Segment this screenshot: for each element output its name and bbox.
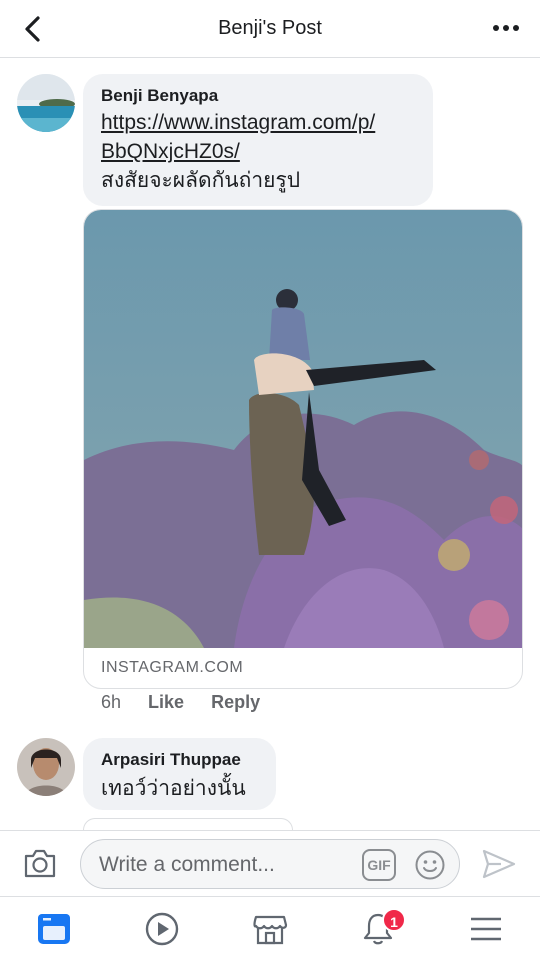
emoji-icon[interactable]	[414, 849, 446, 881]
preview-photo[interactable]	[84, 210, 523, 648]
top-bar: Benji's Post	[0, 0, 540, 58]
comment-text: เทอว์ว่าอย่างนั้น	[101, 777, 246, 800]
comment-actions: 6h Like Reply	[101, 692, 282, 713]
avatar-image	[17, 74, 75, 132]
comment-text: สงสัยจะผลัดกันถ่ายรูป	[101, 169, 301, 192]
notification-badge: 1	[382, 908, 406, 932]
bottom-nav	[0, 896, 540, 960]
watch-icon[interactable]	[142, 909, 182, 949]
comment-composer: Write a comment... GIF	[0, 830, 540, 896]
comment-link-line-1[interactable]: https://www.instagram.com/p/	[101, 111, 375, 134]
comment-link-line-2[interactable]: BbQNxjcHZ0s/	[101, 140, 240, 163]
comment-input[interactable]: Write a comment... GIF	[80, 839, 460, 889]
menu-icon[interactable]	[466, 909, 506, 949]
comment-link[interactable]: https://www.instagram.com/p/ BbQNxjcHZ0s…	[101, 108, 415, 166]
camera-icon[interactable]	[22, 846, 58, 880]
send-icon[interactable]	[481, 847, 517, 881]
more-options-icon[interactable]	[492, 18, 520, 38]
like-button[interactable]: Like	[148, 692, 184, 712]
preview-domain: INSTAGRAM.COM	[101, 659, 244, 676]
comment-author[interactable]: Arpasiri Thuppae	[101, 750, 258, 770]
avatar-image	[17, 738, 75, 796]
comment-author[interactable]: Benji Benyapa	[101, 86, 415, 106]
avatar[interactable]	[17, 74, 75, 132]
avatar[interactable]	[17, 738, 75, 796]
comment-time: 6h	[101, 692, 122, 712]
reply-button[interactable]: Reply	[211, 692, 260, 712]
link-preview-card[interactable]: INSTAGRAM.COM	[83, 209, 523, 689]
comment-bubble: Arpasiri Thuppae เทอว์ว่าอย่างนั้น	[83, 738, 276, 810]
page-title: Benji's Post	[218, 17, 322, 39]
comment-input-placeholder: Write a comment...	[99, 853, 275, 876]
news-feed-icon[interactable]	[34, 909, 74, 949]
comment-bubble: Benji Benyapa https://www.instagram.com/…	[83, 74, 433, 206]
reactions-peek	[83, 818, 293, 830]
marketplace-icon[interactable]	[250, 909, 290, 949]
gif-button[interactable]: GIF	[362, 849, 396, 881]
